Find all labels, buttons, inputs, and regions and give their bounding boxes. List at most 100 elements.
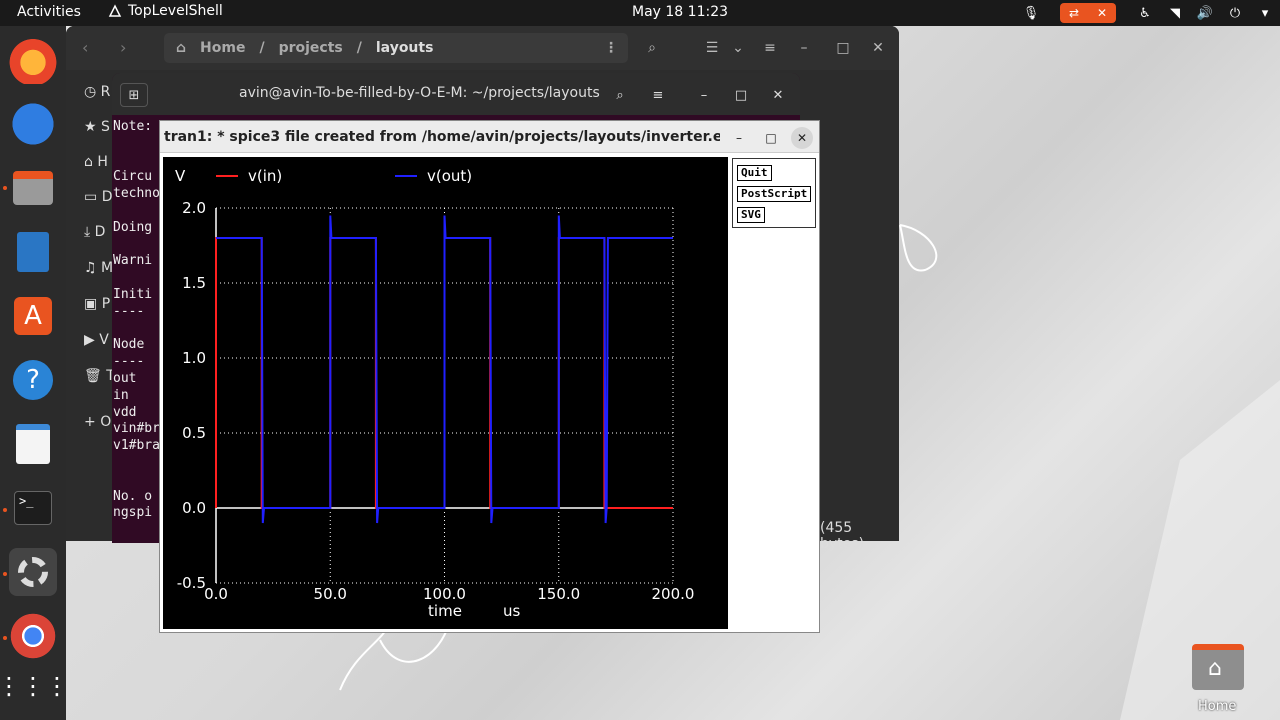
- terminal-line: ----: [113, 303, 145, 319]
- terminal-line: Doing: [113, 219, 153, 235]
- y-tick-label: 0.5: [182, 424, 206, 442]
- software-center-icon[interactable]: A: [9, 292, 57, 340]
- y-tick-label: 2.0: [182, 199, 206, 217]
- terminal-line: in: [113, 387, 129, 403]
- terminal-line: No. o: [113, 488, 153, 504]
- sidebar-item-label: V: [99, 332, 109, 348]
- minimize-icon[interactable]: –: [790, 34, 818, 62]
- close-icon[interactable]: ✕: [864, 34, 892, 62]
- terminal-line: Initi: [113, 286, 153, 302]
- quit-button[interactable]: Quit: [737, 165, 772, 181]
- home-folder-label[interactable]: Home: [1198, 699, 1236, 714]
- sidebar-item-home[interactable]: ⌂ H: [84, 154, 108, 170]
- files-icon[interactable]: [9, 164, 57, 212]
- close-icon[interactable]: ✕: [791, 127, 813, 149]
- sidebar-item-downloads[interactable]: ⤓ D: [84, 224, 105, 240]
- settings-icon[interactable]: [9, 548, 57, 596]
- sidebar-item-recent[interactable]: ◷ R: [84, 84, 110, 100]
- sidebar-item-starred[interactable]: ★ S: [84, 119, 110, 135]
- sidebar-item-videos[interactable]: ▶ V: [84, 332, 109, 348]
- y-tick-label: 0.0: [182, 499, 206, 517]
- plot-window-header: tran1: * spice3 file created from /home/…: [160, 121, 819, 153]
- breadcrumb[interactable]: ⌂ Home / projects / layouts ⋮: [164, 33, 628, 63]
- plot-button-panel: Quit PostScript SVG: [732, 158, 816, 228]
- chevron-down-icon[interactable]: ▾: [1250, 0, 1280, 26]
- breadcrumb-home[interactable]: Home: [200, 40, 245, 56]
- volume-icon[interactable]: 🔊: [1190, 0, 1220, 26]
- x-axis-unit: us: [503, 602, 521, 620]
- back-icon[interactable]: ‹: [82, 38, 88, 57]
- menu-dots-icon[interactable]: ⋮: [604, 40, 618, 56]
- terminal-line: out: [113, 370, 137, 386]
- terminal-line: vdd: [113, 404, 137, 420]
- clock[interactable]: May 18 11:23: [632, 4, 728, 20]
- svg-button[interactable]: SVG: [737, 207, 765, 223]
- terminal-line: Warni: [113, 253, 153, 269]
- plot-window: tran1: * spice3 file created from /home/…: [159, 120, 820, 633]
- thunderbird-icon[interactable]: [9, 100, 57, 148]
- running-indicator: [3, 186, 7, 190]
- terminal-output[interactable]: Note: Circu techno Doing Warni Initi ---- …: [113, 119, 160, 522]
- maximize-icon[interactable]: □: [727, 83, 755, 107]
- app-icon: [108, 4, 122, 17]
- sidebar-item-other-locations[interactable]: + O: [84, 414, 111, 430]
- app-menu[interactable]: TopLevelShell: [108, 3, 223, 19]
- forward-icon[interactable]: ›: [120, 38, 126, 57]
- breadcrumb-layouts[interactable]: layouts: [376, 40, 434, 56]
- new-tab-icon[interactable]: ⊞: [120, 83, 148, 107]
- x-tick-label: 150.0: [537, 585, 580, 603]
- maximize-icon[interactable]: □: [760, 127, 782, 149]
- chrome-icon[interactable]: [9, 612, 57, 660]
- x-tick-label: 100.0: [423, 585, 466, 603]
- sidebar-item-desktop[interactable]: ▭ D: [84, 189, 112, 205]
- sidebar-item-trash[interactable]: 🗑 T: [84, 368, 115, 384]
- home-icon: ⌂: [176, 40, 187, 56]
- terminal-line: Circu: [113, 169, 153, 185]
- legend-entry: v(out): [427, 167, 472, 185]
- hamburger-menu-icon[interactable]: ≡: [756, 34, 784, 62]
- accessibility-icon[interactable]: ♿: [1130, 0, 1160, 26]
- terminal-line: Node: [113, 337, 145, 353]
- close-icon: ✕: [1096, 6, 1108, 20]
- help-icon[interactable]: ?: [9, 356, 57, 404]
- activities-button[interactable]: Activities: [17, 4, 81, 20]
- close-icon[interactable]: ✕: [764, 83, 792, 107]
- chevron-down-icon[interactable]: ⌄: [724, 34, 752, 62]
- minimize-icon[interactable]: –: [690, 83, 718, 107]
- home-folder-icon[interactable]: ⌂: [1190, 640, 1246, 692]
- firefox-icon[interactable]: [9, 36, 57, 84]
- breadcrumb-projects[interactable]: projects: [279, 40, 343, 56]
- top-bar: Activities TopLevelShell May 18 11:23 🎙 …: [0, 0, 1280, 26]
- search-icon[interactable]: ⌕: [638, 34, 666, 62]
- search-icon[interactable]: ⌕: [606, 83, 634, 107]
- sidebar-item-music[interactable]: ♫ M: [84, 260, 113, 276]
- wifi-icon[interactable]: ◥: [1160, 0, 1190, 26]
- y-tick-label: -0.5: [177, 574, 206, 592]
- minimize-icon[interactable]: –: [728, 127, 750, 149]
- plot-area: 0.0 50.0 100.0 150.0 200.0 -0.5 0.0 0.5 1.0 1.5 2.…: [163, 157, 728, 629]
- dock: A ? >_ ⋮⋮⋮: [0, 26, 69, 720]
- breadcrumb-separator: /: [356, 40, 362, 56]
- list-view-icon[interactable]: ☰: [698, 34, 726, 62]
- terminal-line: ngspi: [113, 505, 153, 521]
- show-apps-icon[interactable]: ⋮⋮⋮: [0, 662, 69, 710]
- power-icon[interactable]: ⏻: [1220, 0, 1250, 26]
- terminal-icon[interactable]: >_: [9, 484, 57, 532]
- x-axis-label: time: [428, 602, 462, 620]
- sidebar-item-label: P: [101, 296, 111, 312]
- microphone-icon[interactable]: 🎙: [1016, 0, 1046, 26]
- maximize-icon[interactable]: □: [829, 34, 857, 62]
- system-tray[interactable]: 🎙 ⇄ ✕ ♿ ◥ 🔊 ⏻ ▾: [1016, 0, 1280, 26]
- sidebar-item-pictures[interactable]: ▣ P: [84, 296, 110, 312]
- x-tick-label: 50.0: [314, 585, 347, 603]
- hamburger-menu-icon[interactable]: ≡: [644, 83, 672, 107]
- writer-icon[interactable]: [9, 228, 57, 276]
- screen-share-indicator[interactable]: ⇄ ✕: [1060, 3, 1116, 23]
- text-editor-icon[interactable]: [9, 420, 57, 468]
- postscript-button[interactable]: PostScript: [737, 186, 812, 202]
